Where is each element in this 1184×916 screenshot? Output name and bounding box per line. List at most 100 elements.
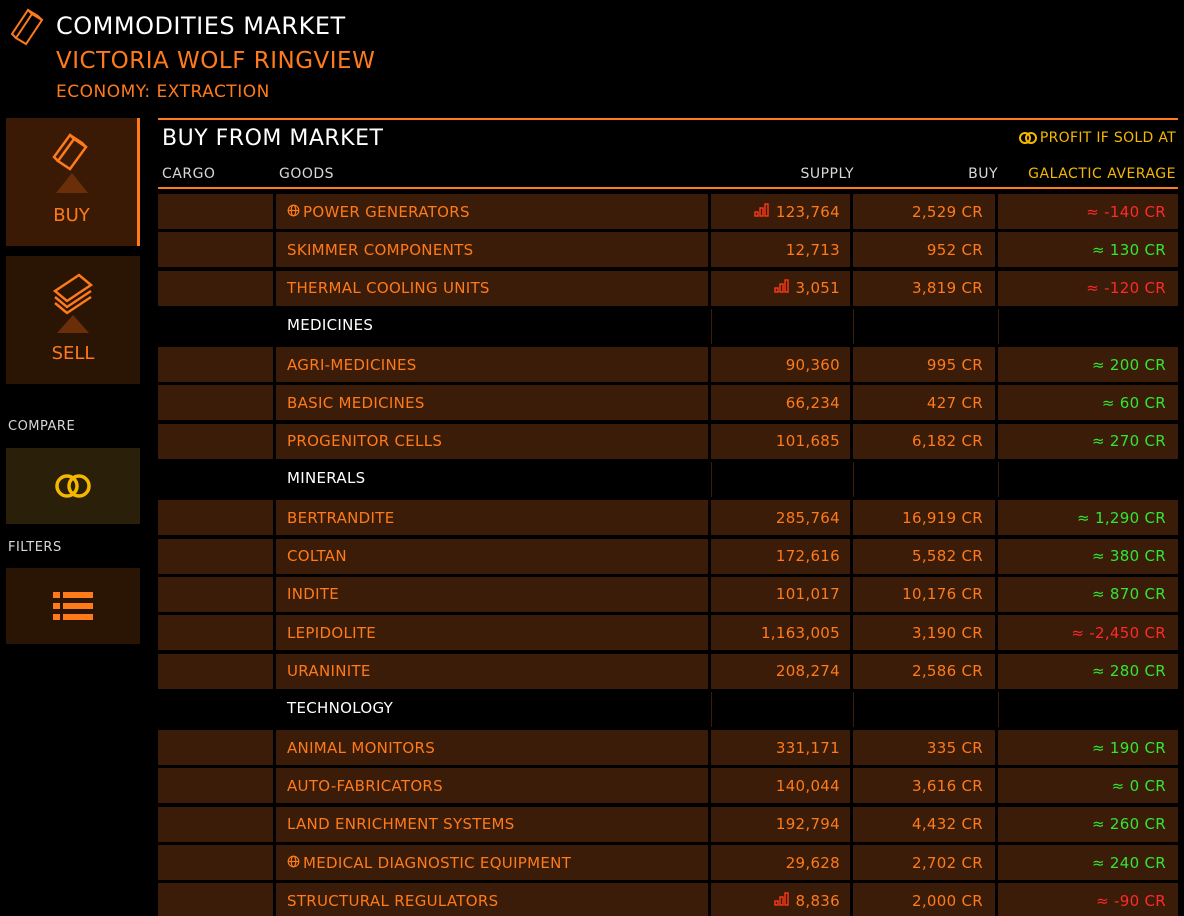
goods-name: LAND ENRICHMENT SYSTEMS	[287, 815, 515, 834]
supply-cell	[711, 691, 850, 727]
buy-price-cell: 2,702 CR	[853, 845, 995, 881]
commodity-canister-icon	[10, 8, 44, 46]
buy-price-value: 995 CR	[926, 355, 983, 374]
table-row[interactable]: LEPIDOLITE 1,163,005 3,190 CR ≈ -2,450 CR	[158, 614, 1178, 652]
cargo-cell	[158, 730, 273, 766]
profit-value: ≈ -2,450 CR	[1071, 623, 1166, 642]
table-row[interactable]: BERTRANDITE 285,764 16,919 CR ≈ 1,290 CR	[158, 499, 1178, 537]
category-row: MEDICINES	[158, 308, 1178, 346]
buy-price-cell: 995 CR	[853, 347, 995, 383]
commodity-table: POWER GENERATORS 123,764 2,529 CR ≈ -140 CR…	[158, 193, 1178, 916]
table-row[interactable]: PROGENITOR CELLS 101,685 6,182 CR ≈ 270 CR	[158, 423, 1178, 461]
cargo-cell	[158, 576, 273, 612]
supply-cell: 66,234	[711, 385, 850, 421]
supply-cell: 140,044	[711, 768, 850, 804]
table-row[interactable]: URANINITE 208,274 2,586 CR ≈ 280 CR	[158, 653, 1178, 691]
goods-cell: PROGENITOR CELLS	[276, 423, 708, 459]
table-row[interactable]: MEDICAL DIAGNOSTIC EQUIPMENT 29,628 2,702 …	[158, 844, 1178, 882]
buy-price-cell: 2,529 CR	[853, 194, 995, 229]
buy-price-value: 2,586 CR	[911, 662, 983, 681]
cargo-cell	[158, 806, 273, 842]
goods-name: TECHNOLOGY	[287, 698, 394, 717]
goods-cell: LAND ENRICHMENT SYSTEMS	[276, 806, 708, 842]
supply-cell: 172,616	[711, 538, 850, 574]
supply-cell: 3,051	[711, 270, 850, 306]
goods-cell: INDITE	[276, 576, 708, 612]
supply-value: 140,044	[775, 776, 840, 795]
column-header-cargo[interactable]: CARGO	[162, 166, 215, 182]
galactic-average-cell	[998, 462, 1178, 498]
goods-cell: MEDICAL DIAGNOSTIC EQUIPMENT	[276, 845, 708, 881]
table-row[interactable]: POWER GENERATORS 123,764 2,529 CR ≈ -140 CR	[158, 193, 1178, 231]
buy-price-value: 6,182 CR	[911, 432, 983, 451]
profit-value: ≈ 200 CR	[1091, 355, 1166, 374]
supply-value: 172,616	[775, 547, 840, 566]
compare-button[interactable]	[6, 448, 140, 524]
galactic-average-cell: ≈ 60 CR	[998, 385, 1178, 421]
buy-label: BUY	[53, 205, 90, 226]
galactic-average-cell	[998, 691, 1178, 727]
table-row[interactable]: STRUCTURAL REGULATORS 8,836 2,000 CR ≈ -90 …	[158, 882, 1178, 916]
supply-value: 192,794	[775, 815, 840, 834]
column-header-supply[interactable]: SUPPLY	[800, 166, 854, 182]
table-row[interactable]: LAND ENRICHMENT SYSTEMS 192,794 4,432 CR ≈ …	[158, 806, 1178, 844]
sell-tab-button[interactable]: SELL	[6, 256, 140, 384]
column-header-goods[interactable]: GOODS	[279, 166, 334, 182]
buy-price-cell: 2,000 CR	[853, 883, 995, 916]
profit-value: ≈ 870 CR	[1091, 585, 1166, 604]
buy-price-cell: 4,432 CR	[853, 806, 995, 842]
table-row[interactable]: SKIMMER COMPONENTS 12,713 952 CR ≈ 130 CR	[158, 231, 1178, 269]
galactic-average-cell: ≈ -2,450 CR	[998, 615, 1178, 651]
supply-value: 101,017	[775, 585, 840, 604]
galactic-average-cell: ≈ 190 CR	[998, 730, 1178, 766]
supply-cell: 8,836	[711, 883, 850, 916]
supply-cell: 101,017	[711, 576, 850, 612]
supply-value: 12,713	[785, 240, 840, 259]
column-header-buy[interactable]: BUY	[968, 166, 998, 182]
supply-cell: 101,685	[711, 423, 850, 459]
galactic-average-cell: ≈ 240 CR	[998, 845, 1178, 881]
buy-price-value: 2,702 CR	[911, 853, 983, 872]
cargo-cell	[158, 653, 273, 689]
profit-value: ≈ 0 CR	[1111, 776, 1166, 795]
supply-cell: 285,764	[711, 500, 850, 536]
buy-price-value: 3,616 CR	[911, 776, 983, 795]
supply-cell	[711, 462, 850, 498]
filters-button[interactable]	[6, 568, 140, 644]
table-row[interactable]: AUTO-FABRICATORS 140,044 3,616 CR ≈ 0 CR	[158, 767, 1178, 805]
supply-value: 3,051	[795, 279, 840, 298]
buy-price-value: 427 CR	[926, 393, 983, 412]
galactic-average-cell: ≈ 270 CR	[998, 423, 1178, 459]
cargo-cell	[158, 232, 273, 268]
goods-name: PROGENITOR CELLS	[287, 432, 443, 451]
table-row[interactable]: THERMAL COOLING UNITS 3,051 3,819 CR ≈ -120…	[158, 270, 1178, 308]
supply-cell: 1,163,005	[711, 615, 850, 651]
galactic-average-cell: ≈ 0 CR	[998, 768, 1178, 804]
buy-price-cell	[853, 308, 995, 344]
table-row[interactable]: ANIMAL MONITORS 331,171 335 CR ≈ 190 CR	[158, 729, 1178, 767]
profit-value: ≈ 190 CR	[1091, 738, 1166, 757]
table-row[interactable]: AGRI-MEDICINES 90,360 995 CR ≈ 200 CR	[158, 346, 1178, 384]
table-row[interactable]: COLTAN 172,616 5,582 CR ≈ 380 CR	[158, 538, 1178, 576]
goods-name: LEPIDOLITE	[287, 623, 377, 642]
goods-name: INDITE	[287, 585, 340, 604]
supply-value: 8,836	[795, 891, 840, 910]
profit-legend: PROFIT IF SOLD AT	[1018, 130, 1176, 146]
buy-price-cell: 6,182 CR	[853, 423, 995, 459]
column-header-galactic-average[interactable]: GALACTIC AVERAGE	[1028, 166, 1176, 182]
cargo-cell	[158, 385, 273, 421]
cargo-cell	[158, 347, 273, 383]
goods-name: ANIMAL MONITORS	[287, 738, 436, 757]
supply-value: 66,234	[785, 393, 840, 412]
supply-cell: 331,171	[711, 730, 850, 766]
buy-price-cell: 3,819 CR	[853, 270, 995, 306]
buy-tab-button[interactable]: BUY	[6, 118, 140, 246]
galactic-average-cell: ≈ 280 CR	[998, 653, 1178, 689]
cargo-cell	[158, 768, 273, 804]
table-row[interactable]: INDITE 101,017 10,176 CR ≈ 870 CR	[158, 576, 1178, 614]
profit-value: ≈ -120 CR	[1086, 279, 1166, 298]
goods-cell: BASIC MEDICINES	[276, 385, 708, 421]
table-row[interactable]: BASIC MEDICINES 66,234 427 CR ≈ 60 CR	[158, 384, 1178, 422]
goods-name: URANINITE	[287, 662, 371, 681]
goods-name: BASIC MEDICINES	[287, 393, 425, 412]
